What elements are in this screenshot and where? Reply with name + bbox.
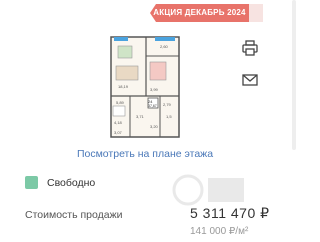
view-on-floor-plan-link[interactable]: Посмотреть на плане этажа: [0, 148, 290, 160]
room-label: 1,5: [166, 114, 172, 119]
price-value: 5 311 470 ₽: [190, 205, 270, 221]
room-label: 2,79: [163, 102, 172, 107]
email-button[interactable]: [240, 70, 260, 90]
room-label: 5,89: [116, 100, 125, 105]
room-label: 18,19: [118, 84, 129, 89]
status-swatch: [25, 176, 38, 189]
price-label: Стоимость продажи: [25, 209, 123, 221]
status-label: Свободно: [47, 177, 96, 189]
apartment-floor-plan[interactable]: 18,19 2,60 3,99 5,89 2,79 1,5 4,18 3,71 …: [110, 36, 180, 138]
apartment-area: 37,67: [148, 104, 157, 108]
promo-badge-tail: [249, 4, 263, 22]
room-label: 2,60: [160, 44, 169, 49]
promo-badge: АКЦИЯ ДЕКАБРЬ 2024: [150, 4, 249, 22]
room-label: 3,99: [150, 87, 159, 92]
room-label: 4,18: [114, 120, 123, 125]
room-label: 3,07: [114, 130, 123, 135]
room-label: 3,20: [150, 124, 159, 129]
mail-icon: [242, 74, 258, 86]
printer-icon: [242, 40, 258, 56]
price-per-square-meter: 141 000 ₽/м²: [190, 226, 249, 237]
room-label: 3,71: [136, 114, 145, 119]
print-button[interactable]: [240, 38, 260, 58]
scrollbar[interactable]: [292, 0, 296, 150]
